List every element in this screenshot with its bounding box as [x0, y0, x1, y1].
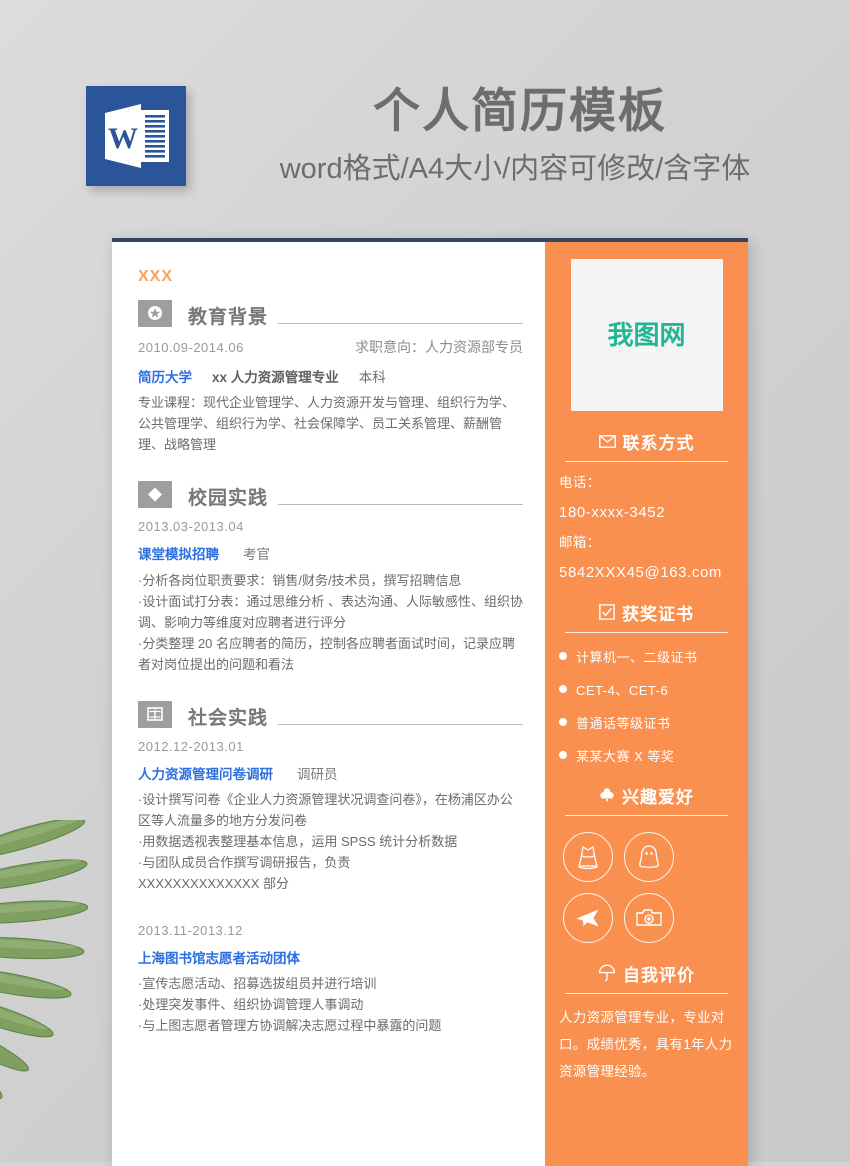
campus-practice-bullets: ·分析各岗位职责要求：销售/财务/技术员，撰写招聘信息 ·设计面试打分表：通过思…	[138, 570, 523, 675]
clover-icon	[599, 787, 615, 803]
section-header-campus-practice: 校园实践	[138, 481, 523, 510]
sidebar-title-awards: 获奖证书	[622, 604, 694, 624]
resume-document: XXX 教育背景 2010.09-2014.06 求职意向：人力资源部专员 简历…	[112, 238, 748, 1166]
campus-practice-org: 课堂模拟招聘	[138, 547, 219, 563]
education-degree: 本科	[358, 370, 386, 385]
bullet-dot-icon	[559, 652, 567, 661]
social-practice-date: 2012.12-2013.01	[138, 738, 244, 754]
bullet-item: ·设计面试打分表：通过思维分析 、表达沟通、人际敏感性、组织协调、影响力等维度对…	[138, 593, 523, 630]
promo-header: W 个人简历模板 word格式/A4大小/内容可修改/含字体	[0, 0, 850, 232]
svg-text:W: W	[108, 122, 138, 155]
award-item: 某某大赛 X 等奖	[559, 746, 734, 765]
penguin-icon	[624, 831, 674, 882]
education-school: 简历大学	[138, 370, 192, 385]
sidebar-header-hobbies: 兴趣爱好	[559, 783, 734, 808]
hobby-icon-grid	[559, 831, 734, 943]
campus-practice-entry: 课堂模拟招聘 考官	[138, 547, 523, 563]
airplane-icon	[563, 892, 613, 943]
award-label: 某某大赛 X 等奖	[576, 748, 675, 764]
education-entry: 简历大学 xx 人力资源管理专业 本科	[138, 370, 523, 386]
umbrella-icon	[598, 964, 616, 982]
bullet-item: ·分析各岗位职责要求：销售/财务/技术员，撰写招聘信息	[138, 572, 462, 588]
bullet-item: ·宣传志愿活动、招募选拔组员并进行培训	[138, 976, 377, 992]
dress-icon	[563, 831, 613, 882]
volunteer-bullets: ·宣传志愿活动、招募选拔组员并进行培训 ·处理突发事件、组织协调管理人事调动 ·…	[138, 973, 523, 1036]
sidebar-section-contact: 联系方式 电话： 180-xxxx-3452 邮箱： 5842XXX45@163…	[545, 429, 748, 582]
bullet-item: XXXXXXXXXXXXXX 部分	[138, 876, 290, 892]
award-label: 计算机一、二级证书	[576, 649, 698, 665]
section-header-education: 教育背景	[138, 300, 523, 327]
sidebar-rule	[565, 631, 728, 633]
sidebar-title-contact: 联系方式	[622, 434, 695, 453]
section-rule	[278, 723, 523, 725]
book-icon	[138, 700, 172, 728]
social-practice-role: 调研员	[297, 766, 338, 782]
bullet-item: ·与团队成员合作撰写调研报告，负责	[138, 855, 351, 871]
volunteer-org: 上海图书馆志愿者活动团体	[138, 951, 300, 967]
sidebar-section-awards: 获奖证书 计算机一、二级证书 CET-4、CET-6 普通话等级证书 某某大赛 …	[545, 600, 748, 765]
education-date: 2010.09-2014.06	[138, 340, 244, 355]
bullet-dot-icon	[559, 718, 567, 727]
education-date-row: 2010.09-2014.06 求职意向：人力资源部专员	[138, 337, 523, 357]
section-title-education: 教育背景	[188, 307, 269, 328]
watermark-text: 我图网	[607, 320, 686, 350]
checkbox-icon	[599, 604, 615, 621]
award-label: CET-4、CET-6	[576, 682, 669, 698]
social-practice-bullets: ·设计撰写问卷《企业人力资源管理状况调查问卷》，在杨浦区办公区等人流量多的地方分…	[138, 789, 523, 894]
education-major: xx 人力资源管理专业	[212, 370, 339, 385]
bullet-dot-icon	[559, 685, 567, 694]
self-eval-text: 人力资源管理专业，专业对口。成绩优秀，具有1年人力资源管理经验。	[559, 1009, 733, 1079]
bullet-item: ·处理突发事件、组织协调管理人事调动	[138, 997, 364, 1013]
volunteer-entry: 上海图书馆志愿者活动团体	[138, 951, 523, 967]
profile-photo: 我图网	[570, 259, 723, 411]
resume-main-column: XXX 教育背景 2010.09-2014.06 求职意向：人力资源部专员 简历…	[112, 242, 545, 1166]
job-intent: 求职意向：人力资源部专员	[355, 339, 523, 355]
email-label: 邮箱：	[559, 534, 601, 550]
candidate-name: XXX	[138, 268, 174, 285]
sidebar-header-awards: 获奖证书	[559, 600, 734, 625]
sidebar-rule	[565, 814, 728, 816]
sidebar-title-hobbies: 兴趣爱好	[622, 787, 694, 807]
bullet-item: ·与上图志愿者管理方协调解决志愿过程中暴露的问题	[138, 1018, 442, 1034]
phone-label: 电话：	[559, 475, 601, 490]
email-value: 5842XXX45@163.com	[559, 563, 723, 581]
section-rule	[278, 323, 523, 324]
promo-title: 个人简历模板	[373, 84, 667, 137]
envelope-icon	[598, 435, 616, 448]
diamond-icon	[138, 481, 172, 509]
bullet-item: ·设计撰写问卷《企业人力资源管理状况调查问卷》，在杨浦区办公区等人流量多的地方分…	[138, 791, 513, 828]
bullet-item: ·用数据透视表整理基本信息，运用 SPSS 统计分析数据	[138, 834, 458, 850]
camera-icon	[624, 892, 674, 943]
award-item: 计算机一、二级证书	[559, 647, 734, 666]
medal-star-icon	[138, 300, 172, 327]
section-title-social-practice: 社会实践	[188, 707, 269, 729]
social-practice-org: 人力资源管理问卷调研	[138, 766, 273, 782]
section-header-social-practice: 社会实践	[138, 700, 523, 729]
sidebar-rule	[565, 992, 728, 994]
section-rule	[278, 504, 523, 506]
sidebar-section-self-eval: 自我评价 人力资源管理专业，专业对口。成绩优秀，具有1年人力资源管理经验。	[545, 961, 748, 1085]
award-item: 普通话等级证书	[559, 713, 734, 732]
sidebar-header-self-eval: 自我评价	[559, 961, 734, 986]
sidebar-section-hobbies: 兴趣爱好	[545, 783, 748, 943]
promo-subtitle: word格式/A4大小/内容可修改/含字体	[279, 153, 751, 185]
resume-sidebar: 我图网 联系方式 电话： 180-xxxx-3452 邮箱： 5842XXX45…	[545, 242, 748, 1166]
campus-practice-date: 2013.03-2013.04	[138, 519, 244, 535]
volunteer-date: 2013.11-2013.12	[138, 923, 243, 939]
education-courses: 专业课程：现代企业管理学、人力资源开发与管理、组织行为学、公共管理学、组织行为学…	[138, 395, 516, 453]
phone-value: 180-xxxx-3452	[559, 503, 666, 521]
sidebar-rule	[565, 461, 728, 462]
sidebar-title-self-eval: 自我评价	[623, 965, 695, 985]
bullet-dot-icon	[559, 751, 567, 760]
campus-practice-role: 考官	[243, 547, 270, 563]
section-title-campus-practice: 校园实践	[188, 488, 269, 510]
award-item: CET-4、CET-6	[559, 680, 734, 699]
social-practice-entry: 人力资源管理问卷调研 调研员	[138, 767, 523, 783]
award-label: 普通话等级证书	[576, 715, 671, 731]
word-app-icon: W	[86, 86, 186, 186]
sidebar-header-contact: 联系方式	[559, 429, 734, 454]
bullet-item: ·分类整理 20 名应聘者的简历，控制各应聘者面试时间，记录应聘者对岗位提出的问…	[138, 635, 516, 672]
